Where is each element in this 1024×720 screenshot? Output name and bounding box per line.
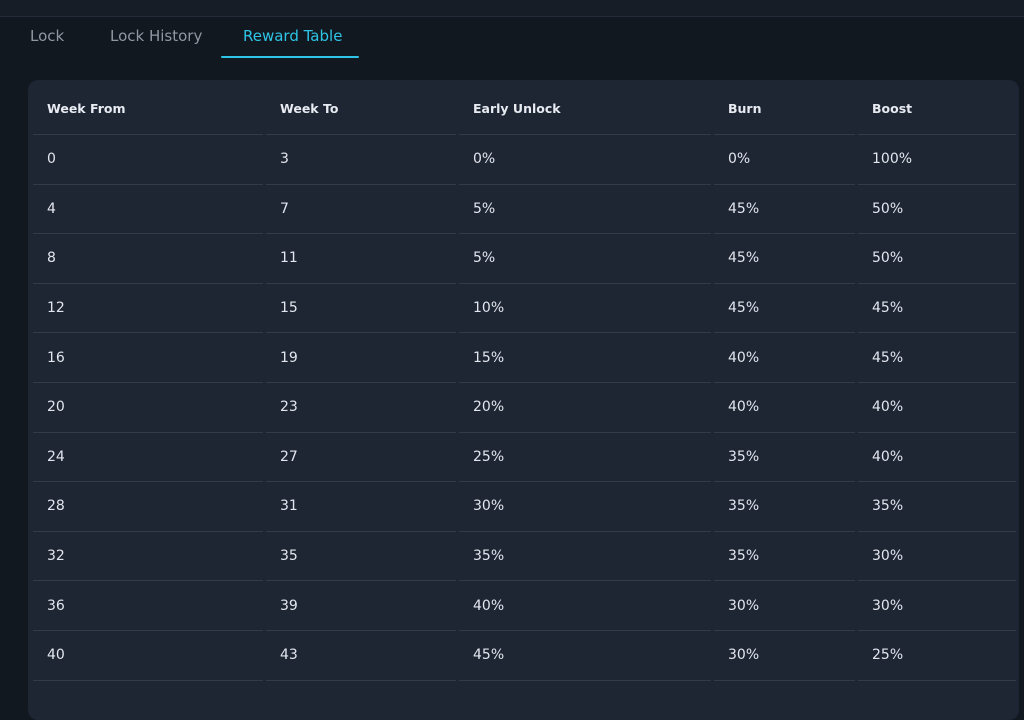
table-row: 24 27 25% 35% 40% <box>33 433 1016 483</box>
table-row: 4 7 5% 45% 50% <box>33 185 1016 235</box>
early-unlock-cell: 5% <box>459 234 711 284</box>
week-to-cell: 39 <box>266 581 456 631</box>
table-header-row: Week From Week To Early Unlock Burn Boos… <box>33 82 1016 135</box>
table-row: 28 31 30% 35% 35% <box>33 482 1016 532</box>
early-unlock-cell: 30% <box>459 482 711 532</box>
week-to-cell: 7 <box>266 185 456 235</box>
early-unlock-cell: 25% <box>459 433 711 483</box>
week-to-cell: 19 <box>266 333 456 383</box>
early-unlock-cell: 15% <box>459 333 711 383</box>
table-row: 32 35 35% 35% 30% <box>33 532 1016 582</box>
week-from-cell: 28 <box>33 482 263 532</box>
boost-cell: 35% <box>858 482 1016 532</box>
burn-cell: 40% <box>714 333 855 383</box>
week-to-cell: 15 <box>266 284 456 334</box>
week-from-cell: 4 <box>33 185 263 235</box>
tab-lock-history[interactable]: Lock History <box>110 27 202 45</box>
boost-cell: 50% <box>858 185 1016 235</box>
early-unlock-cell: 0% <box>459 135 711 185</box>
burn-cell: 30% <box>714 581 855 631</box>
active-tab-indicator <box>221 56 359 58</box>
boost-cell: 45% <box>858 284 1016 334</box>
boost-cell: 50% <box>858 234 1016 284</box>
week-to-cell: 35 <box>266 532 456 582</box>
column-header-burn: Burn <box>714 82 855 135</box>
boost-cell: 30% <box>858 581 1016 631</box>
week-to-cell: 43 <box>266 631 456 681</box>
boost-cell: 100% <box>858 135 1016 185</box>
boost-cell: 30% <box>858 532 1016 582</box>
boost-cell: 25% <box>858 631 1016 681</box>
early-unlock-cell: 45% <box>459 631 711 681</box>
burn-cell: 30% <box>714 631 855 681</box>
week-from-cell: 12 <box>33 284 263 334</box>
reward-table: Week From Week To Early Unlock Burn Boos… <box>30 82 1019 681</box>
table-row: 20 23 20% 40% 40% <box>33 383 1016 433</box>
tab-bar: Lock Lock History Reward Table <box>0 17 1024 59</box>
burn-cell: 35% <box>714 482 855 532</box>
tab-reward-table[interactable]: Reward Table <box>243 27 342 45</box>
boost-cell: 40% <box>858 383 1016 433</box>
week-from-cell: 8 <box>33 234 263 284</box>
column-header-early-unlock: Early Unlock <box>459 82 711 135</box>
week-to-cell: 3 <box>266 135 456 185</box>
table-row: 36 39 40% 30% 30% <box>33 581 1016 631</box>
burn-cell: 35% <box>714 433 855 483</box>
week-from-cell: 20 <box>33 383 263 433</box>
early-unlock-cell: 5% <box>459 185 711 235</box>
burn-cell: 45% <box>714 284 855 334</box>
column-header-week-from: Week From <box>33 82 263 135</box>
week-from-cell: 0 <box>33 135 263 185</box>
early-unlock-cell: 35% <box>459 532 711 582</box>
burn-cell: 35% <box>714 532 855 582</box>
week-to-cell: 27 <box>266 433 456 483</box>
boost-cell: 40% <box>858 433 1016 483</box>
early-unlock-cell: 40% <box>459 581 711 631</box>
table-row: 8 11 5% 45% 50% <box>33 234 1016 284</box>
early-unlock-cell: 10% <box>459 284 711 334</box>
burn-cell: 45% <box>714 185 855 235</box>
boost-cell: 45% <box>858 333 1016 383</box>
table-row: 40 43 45% 30% 25% <box>33 631 1016 681</box>
week-from-cell: 36 <box>33 581 263 631</box>
reward-table-card: Week From Week To Early Unlock Burn Boos… <box>28 80 1019 720</box>
week-from-cell: 32 <box>33 532 263 582</box>
week-to-cell: 23 <box>266 383 456 433</box>
week-from-cell: 16 <box>33 333 263 383</box>
column-header-boost: Boost <box>858 82 1016 135</box>
column-header-week-to: Week To <box>266 82 456 135</box>
burn-cell: 0% <box>714 135 855 185</box>
table-row: 12 15 10% 45% 45% <box>33 284 1016 334</box>
table-row: 16 19 15% 40% 45% <box>33 333 1016 383</box>
burn-cell: 45% <box>714 234 855 284</box>
week-from-cell: 40 <box>33 631 263 681</box>
top-bar <box>0 0 1024 17</box>
table-row: 0 3 0% 0% 100% <box>33 135 1016 185</box>
tab-lock[interactable]: Lock <box>30 27 64 45</box>
burn-cell: 40% <box>714 383 855 433</box>
week-to-cell: 31 <box>266 482 456 532</box>
week-from-cell: 24 <box>33 433 263 483</box>
early-unlock-cell: 20% <box>459 383 711 433</box>
week-to-cell: 11 <box>266 234 456 284</box>
